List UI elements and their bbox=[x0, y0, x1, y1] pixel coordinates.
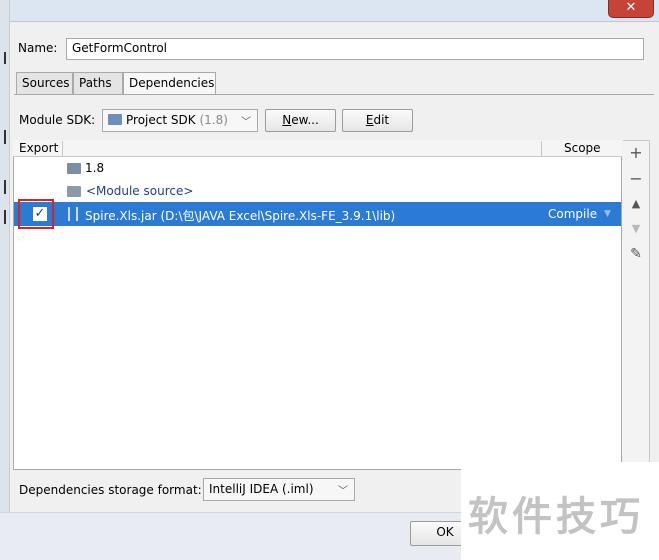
left-window-edge bbox=[0, 0, 10, 560]
edit-sdk-button[interactable]: Edit bbox=[342, 109, 413, 132]
tab-divider bbox=[14, 94, 654, 95]
button-label: ew... bbox=[291, 113, 319, 127]
tab-paths[interactable]: Paths bbox=[73, 72, 123, 94]
table-row-jdk[interactable]: 1.8 bbox=[85, 161, 104, 175]
button-label: dit bbox=[373, 113, 390, 127]
column-divider bbox=[541, 141, 542, 156]
watermark: 软件技巧 bbox=[468, 494, 644, 540]
column-header-scope[interactable]: Scope bbox=[564, 141, 601, 155]
background-window-fragment bbox=[0, 52, 6, 64]
chevron-down-icon: ﹀ bbox=[338, 486, 348, 497]
chevron-down-icon: ﹀ bbox=[241, 117, 251, 128]
name-label: Name: bbox=[18, 41, 58, 55]
module-source-icon bbox=[67, 186, 81, 197]
storage-format-value: IntelliJ IDEA (.iml) bbox=[209, 482, 314, 496]
table-row-module-source[interactable]: <Module source> bbox=[86, 184, 193, 198]
storage-format-label: Dependencies storage format: bbox=[19, 483, 202, 497]
sdk-selected-version: (1.8) bbox=[199, 113, 228, 127]
scope-value[interactable]: Compile bbox=[548, 207, 597, 221]
background-window-fragment bbox=[0, 180, 6, 194]
background-window-fragment bbox=[0, 210, 6, 224]
pencil-icon[interactable]: ✎ bbox=[628, 246, 644, 262]
module-sdk-select[interactable]: Project SDK (1.8) ﹀ bbox=[102, 109, 258, 132]
highlight-box bbox=[18, 199, 54, 229]
module-sdk-label: Module SDK: bbox=[19, 113, 96, 127]
arrow-up-icon[interactable]: ▲ bbox=[628, 197, 644, 210]
table-toolbar bbox=[623, 140, 650, 470]
dependency-name: Spire.Xls.jar (D:\包\JAVA Excel\Spire.Xls… bbox=[85, 209, 396, 223]
column-header-export[interactable]: Export bbox=[19, 141, 58, 155]
storage-format-select[interactable]: IntelliJ IDEA (.iml) ﹀ bbox=[203, 478, 355, 501]
jar-library-icon bbox=[68, 207, 78, 221]
minus-icon[interactable]: − bbox=[628, 169, 644, 188]
jdk-folder-icon bbox=[67, 163, 81, 174]
sdk-folder-icon bbox=[108, 114, 122, 125]
sdk-selected-name: Project SDK bbox=[126, 113, 196, 127]
close-icon: ✕ bbox=[625, 0, 637, 15]
chevron-down-icon[interactable]: ▼ bbox=[604, 209, 611, 219]
title-bar bbox=[0, 0, 659, 22]
plus-icon[interactable]: + bbox=[628, 143, 644, 162]
arrow-down-icon[interactable]: ▼ bbox=[628, 222, 644, 235]
table-header bbox=[13, 140, 622, 157]
close-window-button[interactable]: ✕ bbox=[608, 0, 654, 18]
new-sdk-button[interactable]: New... bbox=[265, 109, 336, 132]
module-name-input[interactable]: GetFormControl bbox=[66, 38, 644, 60]
tab-dependencies[interactable]: Dependencies bbox=[123, 72, 216, 95]
column-divider bbox=[62, 141, 63, 156]
background-window-fragment bbox=[0, 130, 6, 144]
mnemonic: N bbox=[282, 113, 292, 127]
tab-sources[interactable]: Sources bbox=[16, 72, 73, 94]
